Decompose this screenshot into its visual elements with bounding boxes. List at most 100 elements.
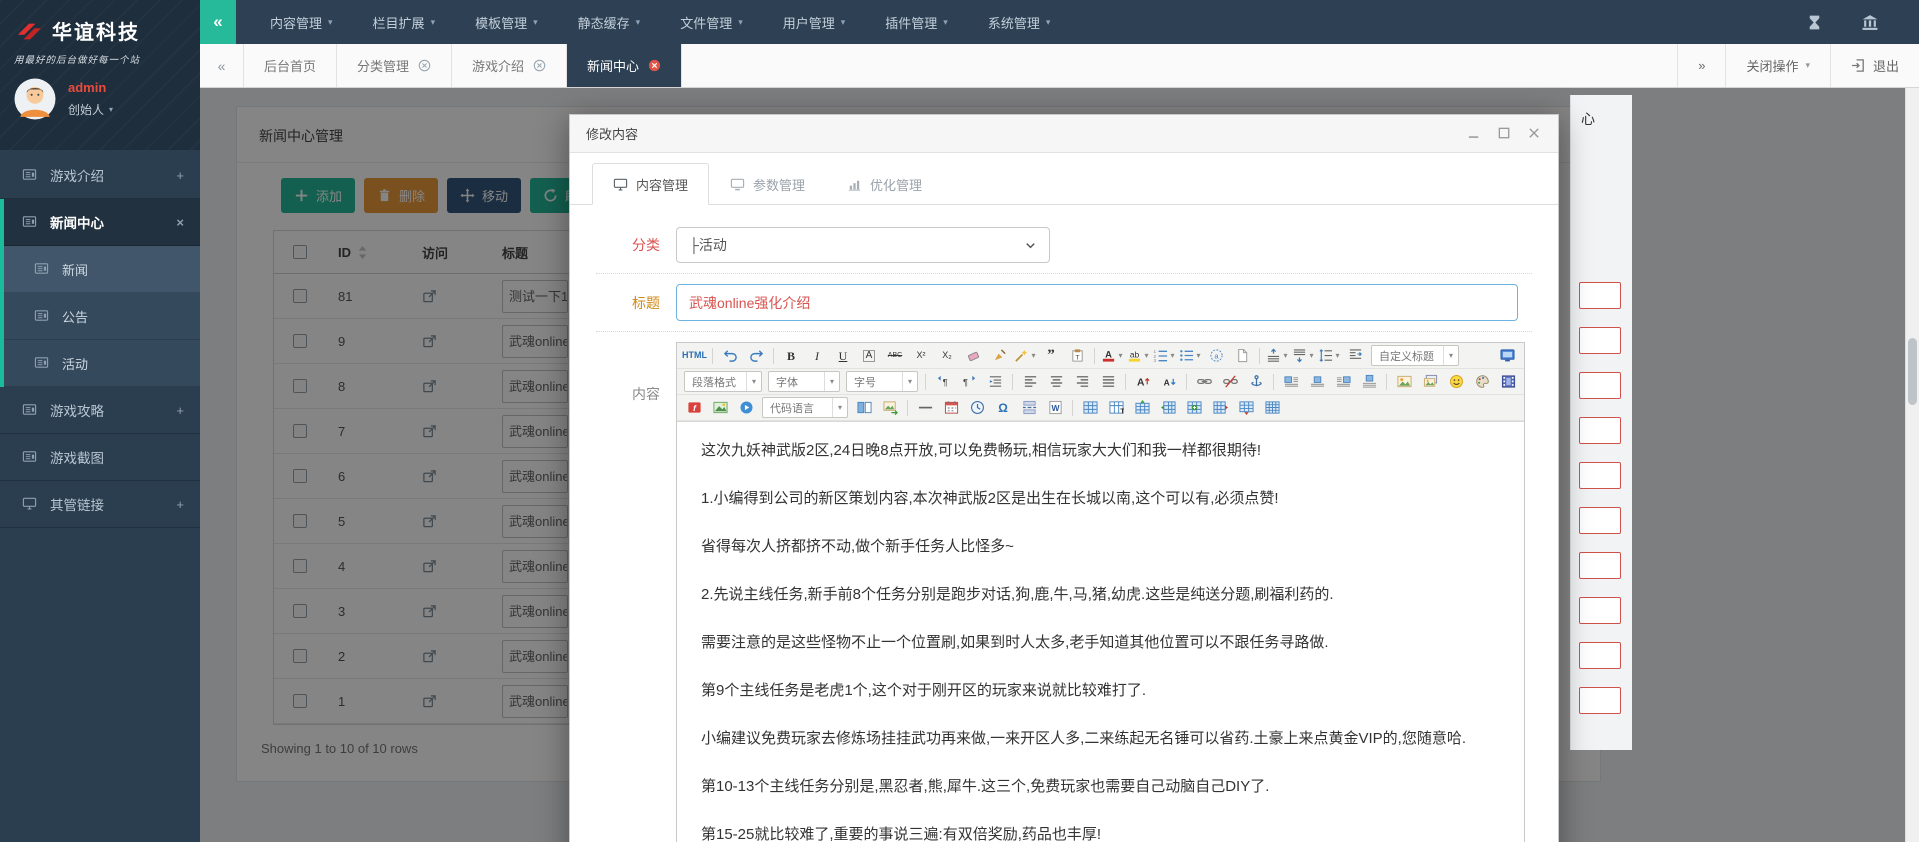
align-left-icon[interactable] xyxy=(1018,371,1042,392)
insert-video-icon[interactable] xyxy=(1496,371,1520,392)
insert-flash-icon[interactable]: f xyxy=(682,397,706,418)
heading-select[interactable]: 自定义标题 ▾ xyxy=(1371,345,1459,366)
hourglass-icon[interactable] xyxy=(1806,14,1823,31)
insert-row-icon[interactable] xyxy=(1182,397,1206,418)
topnav-menu-4[interactable]: 静态缓存 ▾ xyxy=(558,0,661,44)
ltr-icon[interactable]: ¶ xyxy=(931,371,955,392)
collapse-icon[interactable]: × xyxy=(176,215,184,230)
new-document-icon[interactable] xyxy=(1230,345,1254,366)
expand-icon[interactable]: + xyxy=(176,168,184,183)
anchor-icon[interactable] xyxy=(1244,371,1268,392)
redo-icon[interactable] xyxy=(744,345,768,366)
pinned-sort-input[interactable] xyxy=(1579,372,1621,399)
emoticon-icon[interactable] xyxy=(1444,371,1468,392)
align-justify-icon[interactable] xyxy=(1096,371,1120,392)
tab-新闻中心[interactable]: 新闻中心 xyxy=(567,44,683,87)
rtl-icon[interactable]: ¶ xyxy=(957,371,981,392)
tab-close-icon[interactable] xyxy=(533,59,546,72)
minimize-icon[interactable] xyxy=(1467,126,1482,141)
sidebar-subitem[interactable]: 活动 xyxy=(0,340,200,387)
ordered-list-icon[interactable]: 1 2 3 ▾ xyxy=(1152,345,1176,366)
pinned-sort-input[interactable] xyxy=(1579,282,1621,309)
tab-后台首页[interactable]: 后台首页 xyxy=(244,44,338,87)
sidebar-subitem[interactable]: 公告 xyxy=(0,293,200,340)
italic-icon[interactable]: I xyxy=(805,345,829,366)
editor-content[interactable]: 这次九妖神武版2区,24日晚8点开放,可以免费畅玩,相信玩家大大们和我一样都很期… xyxy=(677,421,1524,842)
format-brush-icon[interactable] xyxy=(987,345,1011,366)
align-right-icon[interactable] xyxy=(1070,371,1094,392)
sidebar-item[interactable]: 游戏攻略 + xyxy=(0,387,200,434)
logout-button[interactable]: 退出 xyxy=(1829,44,1919,87)
insert-column-icon[interactable] xyxy=(1156,397,1180,418)
horizontal-rule-icon[interactable] xyxy=(913,397,937,418)
pinned-sort-input[interactable] xyxy=(1579,327,1621,354)
split-cell-icon[interactable] xyxy=(1234,397,1258,418)
topnav-menu-2[interactable]: 栏目扩展 ▾ xyxy=(353,0,456,44)
bank-icon[interactable] xyxy=(1861,14,1879,31)
word-paste-icon[interactable]: W xyxy=(1043,397,1067,418)
auto-correct-icon[interactable]: a xyxy=(1204,345,1228,366)
subscript-icon[interactable]: X₂ xyxy=(935,345,959,366)
pinned-sort-input[interactable] xyxy=(1579,597,1621,624)
blockquote-icon[interactable]: ” xyxy=(1039,345,1063,366)
insert-map-icon[interactable] xyxy=(708,397,732,418)
bold-icon[interactable]: B xyxy=(779,345,803,366)
topnav-menu-7[interactable]: 插件管理 ▾ xyxy=(865,0,968,44)
title-input[interactable] xyxy=(676,284,1518,321)
pinned-sort-input[interactable] xyxy=(1579,687,1621,714)
image-align-left-icon[interactable] xyxy=(1279,371,1303,392)
page-scrollbar[interactable] xyxy=(1905,88,1919,842)
auto-typeset-icon[interactable]: ▾ xyxy=(1013,345,1037,366)
line-height-icon[interactable]: ▾ xyxy=(1317,345,1341,366)
margin-bottom-icon[interactable]: ▾ xyxy=(1291,345,1315,366)
graffiti-icon[interactable] xyxy=(1470,371,1494,392)
first-line-indent-icon[interactable] xyxy=(1343,345,1367,366)
align-center-icon[interactable] xyxy=(1044,371,1068,392)
topnav-menu-5[interactable]: 文件管理 ▾ xyxy=(660,0,763,44)
sidebar-item[interactable]: 其管链接 + xyxy=(0,481,200,528)
table-props-icon[interactable]: T xyxy=(1104,397,1128,418)
tabs-scroll-right-button[interactable]: » xyxy=(1677,44,1725,87)
sidebar-item[interactable]: 游戏截图 xyxy=(0,434,200,481)
margin-top-icon[interactable]: ▾ xyxy=(1265,345,1289,366)
tab-分类管理[interactable]: 分类管理 xyxy=(337,44,453,87)
insert-music-icon[interactable] xyxy=(1522,371,1524,392)
sidebar-item[interactable]: 游戏介绍 + xyxy=(0,152,200,199)
multi-image-icon[interactable] xyxy=(1418,371,1442,392)
undo-icon[interactable] xyxy=(718,345,742,366)
topnav-menu-3[interactable]: 模板管理 ▾ xyxy=(455,0,558,44)
superscript-icon[interactable]: X² xyxy=(909,345,933,366)
pinned-sort-input[interactable] xyxy=(1579,507,1621,534)
fullscreen-icon[interactable] xyxy=(1495,345,1519,366)
text-color-icon[interactable]: A ▾ xyxy=(1100,345,1124,366)
special-char-icon[interactable]: Ω xyxy=(991,397,1015,418)
image-block-icon[interactable] xyxy=(1357,371,1381,392)
paragraph-indent-icon[interactable] xyxy=(983,371,1007,392)
image-align-center-icon[interactable] xyxy=(1305,371,1329,392)
page-break-icon[interactable] xyxy=(1017,397,1041,418)
insert-media-icon[interactable] xyxy=(734,397,758,418)
scrollbar-thumb[interactable] xyxy=(1908,338,1917,405)
insert-date-icon[interactable] xyxy=(939,397,963,418)
tab-游戏介绍[interactable]: 游戏介绍 xyxy=(452,44,568,87)
paragraph-format-select[interactable]: 段落格式 ▾ xyxy=(684,371,762,392)
avatar[interactable] xyxy=(14,78,56,120)
modal-tab-参数管理[interactable]: 参数管理 xyxy=(709,163,826,205)
tab-close-icon[interactable] xyxy=(648,59,661,72)
modal-tab-内容管理[interactable]: 内容管理 xyxy=(592,163,710,205)
cell-props-icon[interactable] xyxy=(1130,397,1154,418)
maximize-icon[interactable] xyxy=(1497,126,1512,141)
expand-icon[interactable]: + xyxy=(176,497,184,512)
sidebar-toggle-button[interactable]: « xyxy=(200,0,236,44)
user-role-dropdown[interactable]: 创始人 ▾ xyxy=(68,101,113,118)
underline-icon[interactable]: U xyxy=(831,345,855,366)
tab-close-icon[interactable] xyxy=(418,59,431,72)
expand-icon[interactable]: + xyxy=(176,403,184,418)
close-operations-dropdown[interactable]: 关闭操作 ▾ xyxy=(1725,44,1830,87)
decrease-font-icon[interactable]: A xyxy=(1157,371,1181,392)
close-icon[interactable] xyxy=(1527,126,1542,141)
sidebar-item[interactable]: 新闻中心 × xyxy=(0,199,200,246)
link-icon[interactable] xyxy=(1192,371,1216,392)
insert-table-icon[interactable] xyxy=(1078,397,1102,418)
pinned-sort-input[interactable] xyxy=(1579,642,1621,669)
